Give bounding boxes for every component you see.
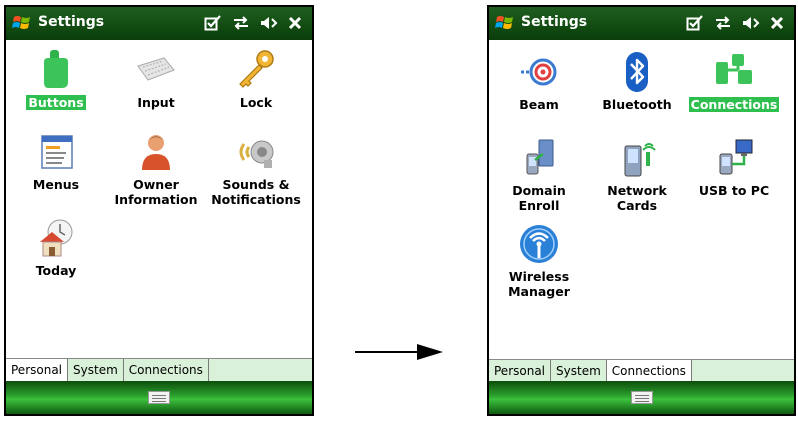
settings-item-label: Input — [137, 95, 175, 110]
settings-item-beam[interactable]: Beam — [489, 50, 589, 113]
today-icon — [40, 219, 73, 257]
status-tray — [204, 12, 302, 34]
windows-start-icon[interactable] — [495, 14, 515, 32]
settings-item-input[interactable]: Input — [106, 48, 206, 111]
settings-item-network-cards[interactable]: Network Cards — [587, 136, 687, 214]
status-tray — [686, 12, 784, 34]
beam-icon — [521, 58, 557, 86]
connections-icon — [716, 54, 752, 84]
settings-screen-connections: Settings Beam Bluetooth Connections Doma… — [487, 5, 796, 416]
tab-connections[interactable]: Connections — [606, 360, 692, 383]
key-icon — [239, 50, 274, 88]
settings-item-label: Network Cards — [607, 183, 667, 213]
bluetooth-icon — [626, 52, 648, 92]
sounds-icon — [239, 140, 274, 168]
buttons-icon — [44, 50, 68, 88]
settings-item-label: Menus — [32, 177, 80, 192]
menus-icon — [41, 135, 73, 169]
settings-item-today[interactable]: Today — [6, 216, 106, 279]
settings-item-label: Sounds & Notifications — [211, 177, 301, 207]
volume-icon[interactable] — [260, 15, 278, 31]
page-title: Settings — [521, 14, 588, 30]
menu-bar — [489, 381, 794, 414]
close-icon[interactable] — [288, 16, 302, 30]
wireless-manager-icon — [520, 225, 558, 263]
arrow-icon — [355, 344, 443, 360]
settings-item-label: Beam — [519, 97, 559, 112]
network-cards-icon — [624, 143, 656, 177]
connectivity-icon[interactable] — [714, 15, 732, 31]
settings-item-domain-enroll[interactable]: Domain Enroll — [489, 136, 589, 214]
close-icon[interactable] — [770, 16, 784, 30]
tab-system[interactable]: System — [68, 359, 124, 383]
settings-item-menus[interactable]: Menus — [6, 130, 106, 193]
settings-item-wireless-manager[interactable]: Wireless Manager — [489, 222, 589, 300]
settings-item-bluetooth[interactable]: Bluetooth — [587, 50, 687, 113]
tab-personal[interactable]: Personal — [6, 359, 69, 382]
page-title: Settings — [38, 14, 105, 30]
settings-item-label: Wireless Manager — [508, 269, 570, 299]
settings-item-buttons[interactable]: Buttons — [6, 48, 106, 111]
settings-item-label: Buttons — [26, 95, 86, 110]
usb-to-pc-icon — [719, 139, 753, 175]
checkbox-icon[interactable] — [204, 15, 222, 31]
settings-item-label: Connections — [688, 97, 780, 112]
windows-start-icon[interactable] — [12, 14, 32, 32]
settings-item-label: Lock — [239, 95, 273, 110]
settings-item-sounds-notifications[interactable]: Sounds & Notifications — [206, 130, 306, 208]
settings-item-connections[interactable]: Connections — [684, 50, 784, 113]
domain-enroll-icon — [526, 139, 554, 175]
settings-item-lock[interactable]: Lock — [206, 48, 306, 111]
keyboard-icon — [137, 57, 175, 81]
keyboard-icon[interactable] — [630, 391, 653, 404]
volume-icon[interactable] — [742, 15, 760, 31]
settings-item-label: Domain Enroll — [512, 183, 566, 213]
settings-item-label: Today — [35, 263, 77, 278]
settings-screen-personal: Settings Buttons Input Lock Menus Owner … — [4, 5, 314, 416]
owner-icon — [142, 135, 170, 170]
connectivity-icon[interactable] — [232, 15, 250, 31]
settings-item-label: USB to PC — [698, 183, 770, 198]
checkbox-icon[interactable] — [686, 15, 704, 31]
keyboard-icon[interactable] — [148, 391, 170, 404]
title-bar: Settings — [6, 7, 312, 40]
settings-item-label: Owner Information — [114, 177, 198, 207]
settings-item-owner-information[interactable]: Owner Information — [106, 130, 206, 208]
menu-bar — [6, 381, 312, 414]
settings-item-usb-to-pc[interactable]: USB to PC — [684, 136, 784, 199]
tab-connections[interactable]: Connections — [123, 359, 209, 383]
title-bar: Settings — [489, 7, 794, 40]
settings-item-label: Bluetooth — [602, 97, 672, 112]
